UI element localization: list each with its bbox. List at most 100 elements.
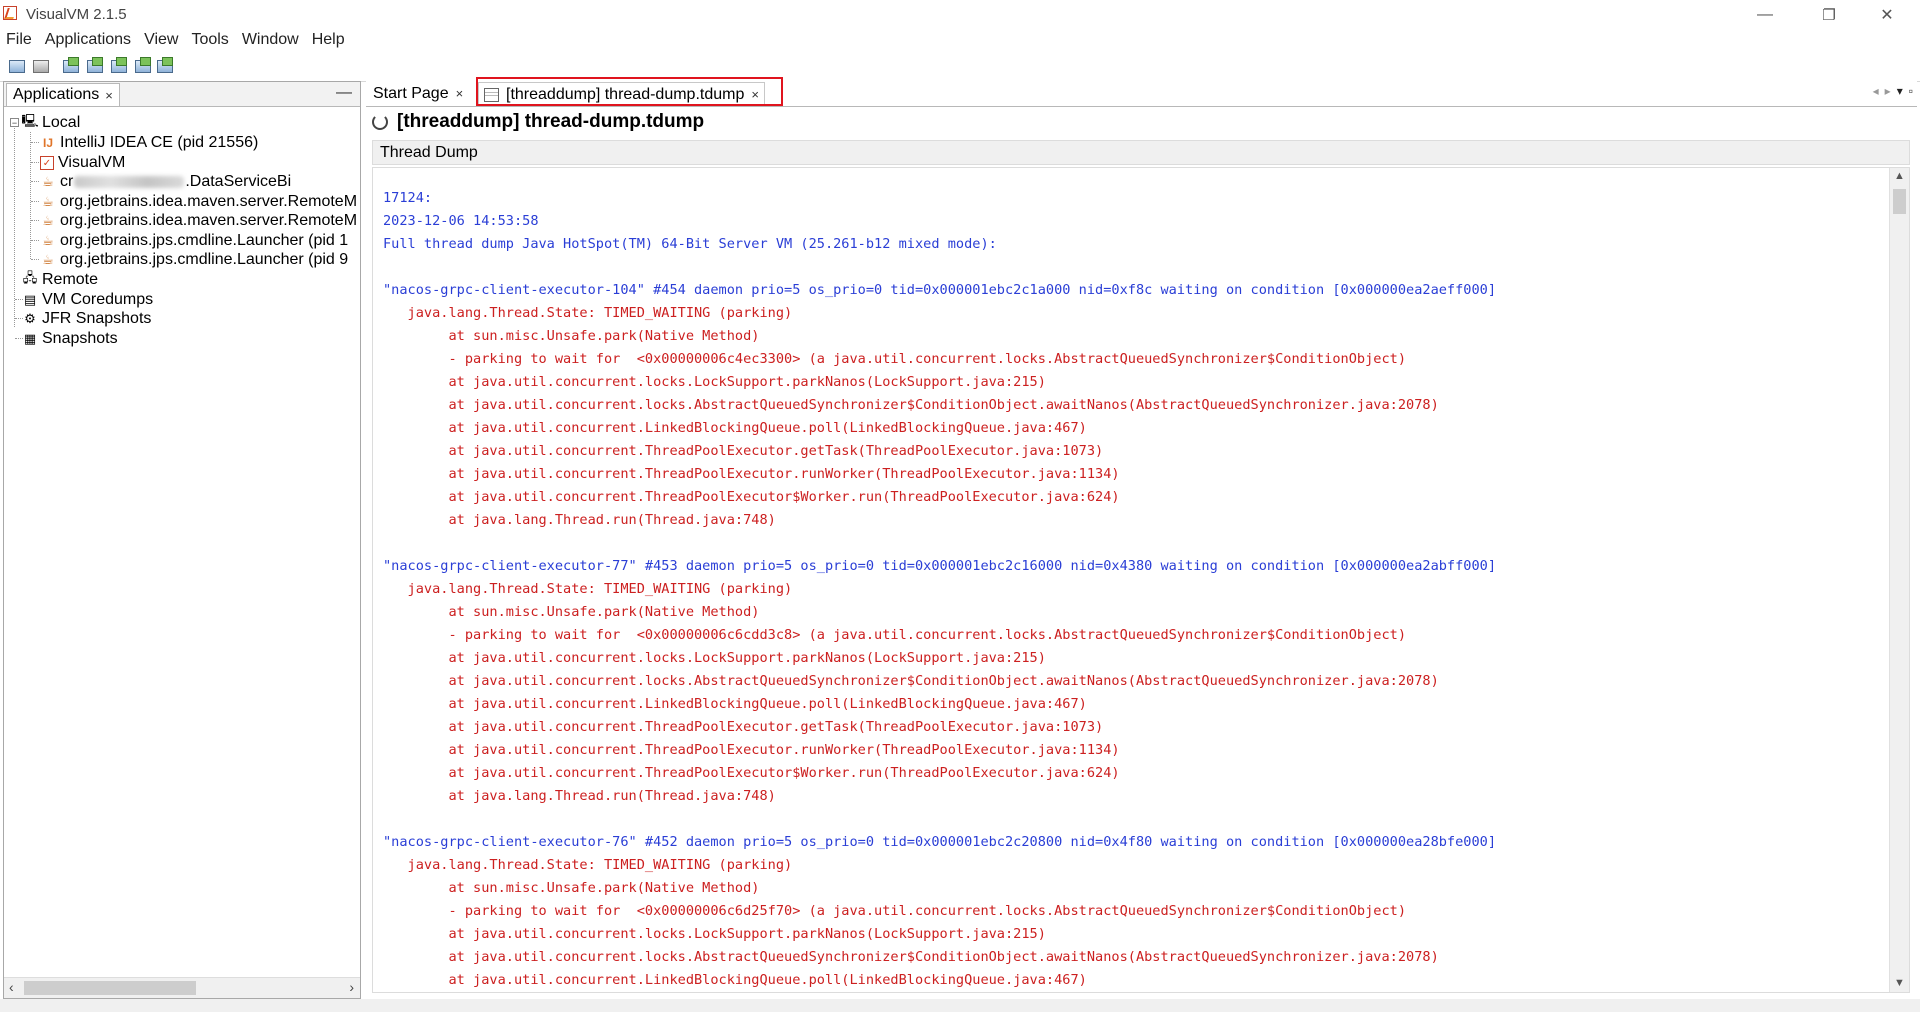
java-icon: ☕ (42, 194, 54, 209)
snapshot-icon: ▦ (23, 331, 37, 346)
thread-dump-line: at java.util.concurrent.LinkedBlockingQu… (383, 420, 1087, 436)
thread-dump-line: at java.util.concurrent.locks.AbstractQu… (383, 673, 1439, 689)
java-icon: ☕ (42, 213, 54, 228)
status-bar (0, 999, 1920, 1012)
tree-node-local-label: Local (42, 114, 81, 131)
tree-node-jfr-snapshots-label: JFR Snapshots (42, 310, 152, 327)
java-icon: ☕ (42, 174, 54, 189)
scroll-thumb[interactable] (1893, 189, 1906, 214)
thread-dump-line: at java.util.concurrent.ThreadPoolExecut… (383, 466, 1120, 482)
add-jmx-connection-icon[interactable] (62, 57, 80, 75)
thread-dump-line: - parking to wait for <0x00000006c6cdd3c… (383, 627, 1407, 643)
thread-dump-line (383, 532, 1496, 555)
thread-dump-line: at sun.misc.Unsafe.park(Native Method) (383, 328, 760, 344)
local-collapse-toggle[interactable]: − (10, 118, 19, 128)
tab-scroll-right-icon[interactable]: ▸ (1885, 84, 1891, 98)
thread-dump-line: java.lang.Thread.State: TIMED_WAITING (p… (383, 857, 793, 873)
thread-dump-line: Full thread dump Java HotSpot(TM) 64-Bit… (383, 236, 997, 252)
minimize-panel-button[interactable]: — (336, 84, 352, 102)
window-title: VisualVM 2.1.5 (26, 6, 127, 23)
tab-highlight-annotation (476, 77, 783, 106)
minimize-button[interactable]: — (1736, 0, 1794, 29)
scroll-right-icon[interactable]: › (349, 979, 354, 995)
applications-tree: − 🖳 Local IJ IntelliJ IDEA CE (pid 21556… (4, 107, 360, 967)
tree-node-intellij[interactable]: IJ IntelliJ IDEA CE (pid 21556) (40, 132, 258, 154)
maximize-window-icon[interactable]: ▫ (1909, 84, 1913, 98)
tree-node-dataservice[interactable]: ☕ cr .DataServiceBi (40, 171, 291, 193)
tree-node-label: org.jetbrains.jps.cmdline.Launcher (pid … (60, 232, 349, 249)
thread-dump-line: - parking to wait for <0x00000006c4ec330… (383, 351, 1407, 367)
menu-file[interactable]: File (0, 29, 39, 53)
applications-panel-tabs: Applications × — (4, 82, 360, 107)
menu-applications[interactable]: Applications (39, 29, 138, 53)
thread-dump-line: "nacos-grpc-client-executor-77" #453 dae… (383, 558, 1497, 574)
intellij-icon: IJ (42, 136, 53, 150)
restore-button[interactable]: ❐ (1800, 0, 1858, 29)
tab-start-page-close-icon[interactable]: × (456, 86, 464, 101)
thread-dump-content[interactable]: 17124: 2023-12-06 14:53:58 Full thread dum… (372, 167, 1910, 993)
close-button[interactable]: ✕ (1858, 0, 1916, 29)
tab-start-page[interactable]: Start Page × (368, 82, 468, 105)
thread-dump-line: at java.util.concurrent.locks.AbstractQu… (383, 949, 1439, 965)
save-icon[interactable] (32, 57, 50, 75)
tab-applications-close-icon[interactable]: × (105, 88, 113, 103)
thread-dump-line: at java.util.concurrent.locks.LockSuppor… (383, 650, 1046, 666)
tab-list-dropdown-icon[interactable]: ▾ (1897, 84, 1903, 98)
menu-view[interactable]: View (138, 29, 185, 53)
tree-node-label: VisualVM (58, 154, 126, 171)
tab-scroll-left-icon[interactable]: ◂ (1873, 84, 1879, 98)
add-snapshot-icon[interactable] (156, 57, 174, 75)
tree-node-remote[interactable]: 🖧 Remote (22, 269, 98, 291)
add-remote-host-icon[interactable] (86, 57, 104, 75)
tree-node-label-suffix: .DataServiceBi (185, 173, 292, 190)
tab-applications[interactable]: Applications × (6, 83, 120, 106)
load-snapshot-icon[interactable] (8, 57, 26, 75)
thread-dump-line: at sun.misc.Unsafe.park(Native Method) (383, 880, 760, 896)
scroll-thumb[interactable] (24, 981, 196, 995)
tree-node-label-prefix: cr (60, 173, 74, 190)
thread-dump-line: at java.util.concurrent.LinkedBlockingQu… (383, 696, 1087, 712)
tree-node-vm-coredumps-label: VM Coredumps (42, 291, 154, 308)
section-title: Thread Dump (380, 143, 478, 161)
toolbar (0, 53, 1920, 82)
tree-node-jfr-snapshots[interactable]: ⚙ JFR Snapshots (22, 308, 151, 330)
jfr-snapshot-icon: ⚙ (24, 311, 36, 326)
tree-node-label: org.jetbrains.idea.maven.server.RemoteM (60, 193, 358, 210)
tree-node-local[interactable]: 🖳 Local (21, 112, 81, 134)
thread-dump-line (383, 256, 1496, 279)
scroll-left-icon[interactable]: ‹ (9, 979, 14, 995)
loading-spinner-icon (372, 114, 388, 130)
add-jfr-snapshot-icon[interactable] (134, 57, 152, 75)
menu-window[interactable]: Window (236, 29, 306, 53)
tree-node-jps-launcher-2[interactable]: ☕ org.jetbrains.jps.cmdline.Launcher (pi… (40, 249, 348, 271)
scroll-down-icon[interactable]: ▼ (1894, 977, 1905, 989)
add-vm-coredump-icon[interactable] (110, 57, 128, 75)
thread-dump-line: "nacos-grpc-client-executor-76" #452 dae… (383, 834, 1497, 850)
java-icon: ☕ (42, 233, 54, 248)
menu-help[interactable]: Help (306, 29, 352, 53)
thread-dump-line: at java.util.concurrent.LinkedBlockingQu… (383, 972, 1087, 988)
redacted-text (74, 176, 185, 188)
java-icon: ☕ (42, 252, 54, 267)
tree-horizontal-scrollbar[interactable]: ‹ › (4, 977, 360, 998)
tab-applications-label: Applications (13, 86, 100, 103)
menu-bar: File Applications View Tools Window Help (0, 29, 1920, 53)
thread-dump-vertical-scrollbar[interactable]: ▲ ▼ (1889, 168, 1909, 992)
tree-node-remote-label: Remote (42, 271, 99, 288)
scroll-up-icon[interactable]: ▲ (1894, 170, 1905, 182)
menu-tools[interactable]: Tools (185, 29, 235, 53)
applications-panel: Applications × — − 🖳 Local IJ IntelliJ I… (3, 81, 361, 999)
tree-node-snapshots[interactable]: ▦ Snapshots (22, 328, 118, 350)
thread-dump-text: 17124: 2023-12-06 14:53:58 Full thread dum… (383, 187, 1496, 992)
tab-navigation: ◂ ▸ ▾ ▫ (1873, 84, 1913, 98)
thread-dump-line: java.lang.Thread.State: TIMED_WAITING (p… (383, 581, 793, 597)
title-bar: VisualVM 2.1.5 — ❐ ✕ (0, 0, 1920, 29)
thread-dump-line: at java.lang.Thread.run(Thread.java:748) (383, 788, 776, 804)
thread-dump-line: java.lang.Thread.State: TIMED_WAITING (p… (383, 305, 793, 321)
tree-node-maven-server-2[interactable]: ☕ org.jetbrains.idea.maven.server.Remote… (40, 210, 357, 232)
thread-dump-section-header: Thread Dump (372, 140, 1910, 165)
editor-area: Start Page × [threaddump] thread-dump.td… (366, 81, 1917, 999)
tab-start-page-label: Start Page (373, 84, 449, 102)
thread-dump-line (383, 808, 1496, 831)
thread-dump-line: at java.lang.Thread.run(Thread.java:748) (383, 512, 776, 528)
